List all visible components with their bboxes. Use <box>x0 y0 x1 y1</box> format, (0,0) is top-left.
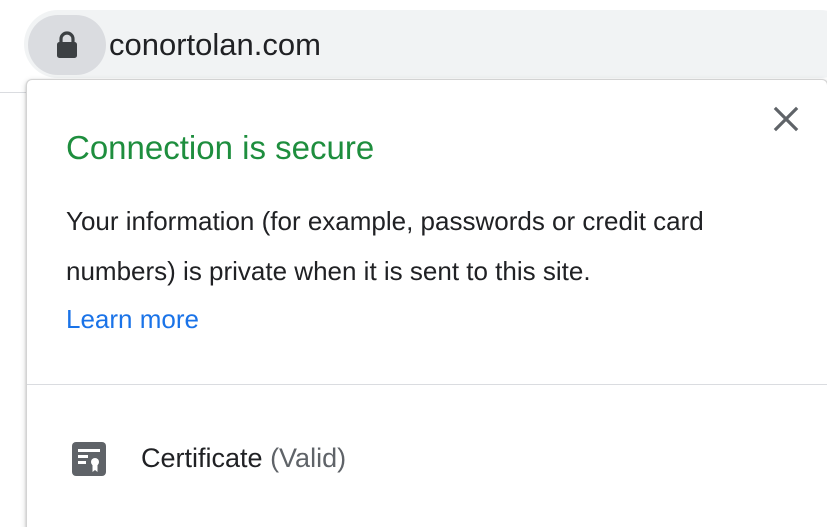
learn-more-link[interactable]: Learn more <box>66 298 199 340</box>
url-text[interactable]: conortolan.com <box>109 22 321 68</box>
popup-description: Your information (for example, passwords… <box>66 206 704 286</box>
section-divider <box>27 384 827 385</box>
close-button[interactable] <box>764 99 808 143</box>
browser-window: conortolan.com Connection is secure Your… <box>0 0 827 527</box>
certificate-icon <box>71 441 107 477</box>
certificate-label: Certificate (Valid) <box>141 437 346 479</box>
certificate-status: (Valid) <box>270 443 347 473</box>
certificate-row[interactable]: Certificate (Valid) <box>27 410 827 506</box>
popup-title: Connection is secure <box>66 129 375 166</box>
close-icon <box>773 106 799 137</box>
lock-icon <box>54 30 80 60</box>
certificate-label-text: Certificate <box>141 443 263 473</box>
site-info-button[interactable] <box>28 15 106 75</box>
